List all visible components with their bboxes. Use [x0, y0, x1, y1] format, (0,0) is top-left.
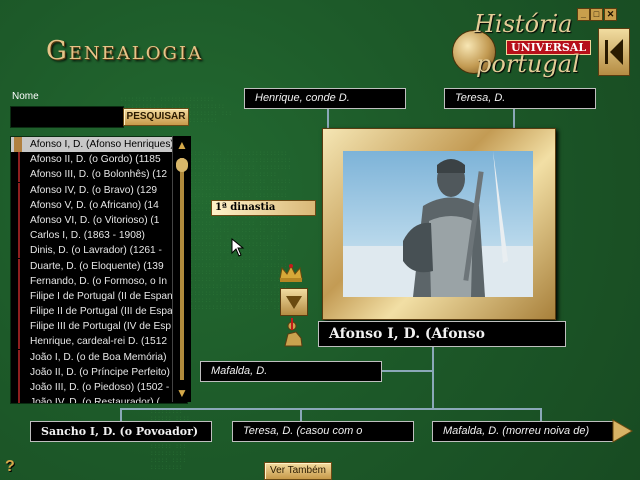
tree-line: [432, 346, 434, 408]
tree-line: [300, 408, 302, 422]
list-item[interactable]: Afonso V, D. (o Africano) (14: [11, 197, 187, 213]
list-item[interactable]: Henrique, cardeal-rei D. (1512: [11, 334, 187, 350]
search-button[interactable]: PESQUISAR: [123, 108, 189, 126]
minimize-button[interactable]: _: [577, 8, 590, 21]
child-box-2[interactable]: Teresa, D. (casou com o: [232, 421, 414, 442]
monarch-list[interactable]: Afonso I, D. (Afonso Henriques) Afonso II…: [10, 136, 188, 404]
crown-icon[interactable]: [278, 263, 304, 283]
name-input[interactable]: [10, 106, 124, 128]
tree-line: [120, 408, 122, 422]
next-children-icon[interactable]: [610, 418, 634, 444]
list-item[interactable]: Filipe III de Portugal (IV de Esp: [11, 319, 187, 335]
back-button[interactable]: [598, 28, 630, 76]
list-item[interactable]: Carlos I, D. (1863 - 1908): [11, 228, 187, 244]
list-item[interactable]: Duarte, D. (o Eloquente) (139: [11, 258, 187, 274]
list-scrollbar[interactable]: ▲ ▼: [172, 136, 191, 402]
list-item[interactable]: João IV, D. (o Restaurador) (: [11, 395, 187, 403]
list-item[interactable]: Fernando, D. (o Formoso, o In: [11, 273, 187, 289]
father-box[interactable]: Henrique, conde D.: [244, 88, 406, 109]
page-title: Genealogia: [46, 36, 203, 66]
tree-line: [380, 370, 432, 372]
mother-box[interactable]: Teresa, D.: [444, 88, 596, 109]
list-item[interactable]: Dinis, D. (o Lavrador) (1261 -: [11, 243, 187, 259]
descendants-button[interactable]: [280, 288, 308, 316]
portrait-photo: [343, 151, 533, 297]
list-item[interactable]: Afonso III, D. (o Bolonhês) (12: [11, 167, 187, 183]
tree-line: [120, 408, 540, 410]
logo-bottom-text: portugal: [476, 50, 580, 78]
statue-image: [343, 151, 533, 297]
dynasty-label: 1ª dinastia: [211, 200, 316, 216]
list-item[interactable]: Afonso VI, D. (o Vitorioso) (1: [11, 212, 187, 229]
list-item[interactable]: João II, D. (o Príncipe Perfeito): [11, 364, 187, 380]
logo-top-text: História: [474, 10, 573, 38]
list-item[interactable]: Afonso II, D. (o Gordo) (1185: [11, 152, 187, 168]
down-arrow-icon: [286, 296, 302, 309]
scroll-down-icon[interactable]: ▼: [175, 386, 189, 400]
maximize-button[interactable]: □: [590, 8, 603, 21]
back-arrow-icon: [605, 39, 623, 65]
scroll-track[interactable]: [180, 158, 184, 380]
name-label: Nome: [12, 91, 39, 102]
decorative-text: ::::::::: :::::: :::: ::::::::: ::: ::::…: [150, 408, 190, 471]
child-box-1[interactable]: Sancho I, D. (o Povoador): [30, 421, 212, 442]
tree-line: [327, 108, 329, 128]
list-item[interactable]: João III, D. (o Piedoso) (1502 -: [11, 380, 187, 396]
list-item[interactable]: Filipe II de Portugal (III de Espa: [11, 304, 187, 320]
tree-line: [513, 108, 515, 128]
tree-line: [540, 408, 542, 422]
list-item[interactable]: João I, D. (o de Boa Memória): [11, 349, 187, 365]
scroll-thumb[interactable]: [176, 158, 188, 172]
knight-icon[interactable]: [280, 316, 306, 350]
logo: História UNIVERSAL portugal: [448, 10, 598, 90]
help-icon[interactable]: ?: [5, 458, 15, 476]
list-item[interactable]: Afonso IV, D. (o Bravo) (129: [11, 182, 187, 198]
child-box-3[interactable]: Mafalda, D. (morreu noiva de): [432, 421, 614, 442]
mouse-cursor-icon: [231, 238, 245, 257]
spouse-box[interactable]: Mafalda, D.: [200, 361, 382, 382]
see-also-button[interactable]: Ver Também: [264, 462, 332, 480]
portrait-frame: [322, 128, 556, 320]
current-person-box[interactable]: Afonso I, D. (Afonso: [318, 321, 566, 347]
list-item[interactable]: Filipe I de Portugal (II de Espan: [11, 288, 187, 305]
scroll-up-icon[interactable]: ▲: [175, 138, 189, 152]
close-button[interactable]: ✕: [604, 8, 617, 21]
list-item[interactable]: Afonso I, D. (Afonso Henriques): [11, 137, 187, 153]
